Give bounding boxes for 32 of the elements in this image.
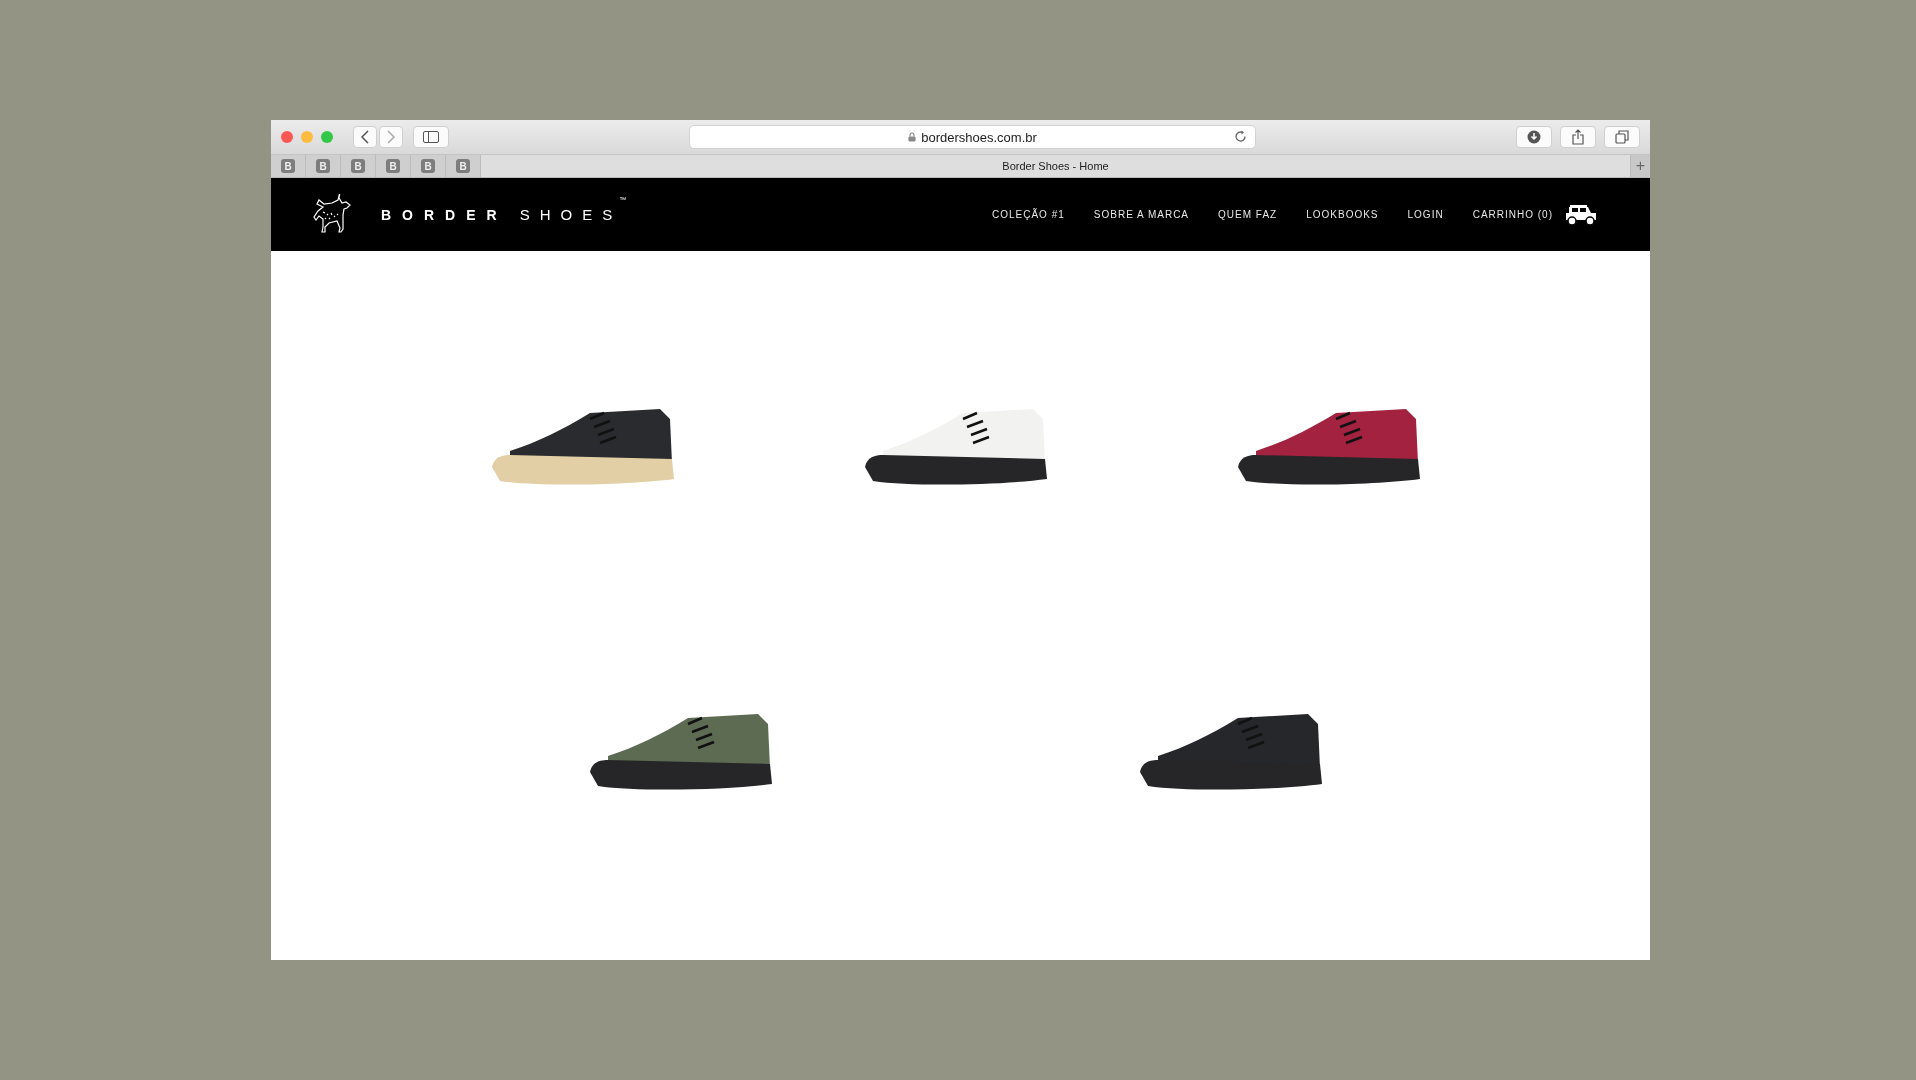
- downloads-button[interactable]: [1516, 126, 1552, 148]
- lock-icon: [908, 132, 917, 142]
- pinned-tab[interactable]: B: [376, 155, 411, 177]
- share-button[interactable]: [1560, 126, 1596, 148]
- pinned-tab[interactable]: B: [271, 155, 306, 177]
- brand-name[interactable]: SHOES: [519, 206, 623, 223]
- pinned-tab[interactable]: B: [306, 155, 341, 177]
- jeep-icon[interactable]: [1564, 203, 1598, 226]
- sidebar-icon: [423, 131, 439, 143]
- pinned-tab[interactable]: B: [341, 155, 376, 177]
- tabs-overview-button[interactable]: [1604, 126, 1640, 148]
- nav-link[interactable]: LOGIN: [1407, 209, 1444, 220]
- address-bar[interactable]: bordershoes.com.br: [689, 125, 1256, 149]
- pinned-tab[interactable]: B: [446, 155, 481, 177]
- nav-link[interactable]: CARRINHO (0): [1472, 209, 1553, 220]
- sidebar-button[interactable]: [413, 126, 449, 148]
- nav-link[interactable]: QUEM FAZ: [1218, 209, 1278, 220]
- download-icon: [1527, 130, 1541, 144]
- share-icon: [1572, 129, 1584, 145]
- nav-link[interactable]: COLEÇÃO #1: [992, 209, 1065, 220]
- nav-link[interactable]: SOBRE A MARCA: [1093, 209, 1190, 220]
- brand-name[interactable]: BORDER: [381, 206, 508, 223]
- browser-tab[interactable]: Border Shoes - Home: [481, 155, 1630, 177]
- back-button[interactable]: [353, 126, 377, 148]
- tabs-icon: [1615, 130, 1629, 144]
- close-icon[interactable]: [281, 131, 293, 143]
- pinned-tab[interactable]: B: [411, 155, 446, 177]
- url-text: bordershoes.com.br: [921, 129, 1037, 145]
- back-icon: [360, 130, 370, 144]
- nav-link[interactable]: LOOKBOOKS: [1306, 209, 1379, 220]
- forward-icon: [386, 130, 396, 144]
- reload-icon[interactable]: [1234, 130, 1247, 143]
